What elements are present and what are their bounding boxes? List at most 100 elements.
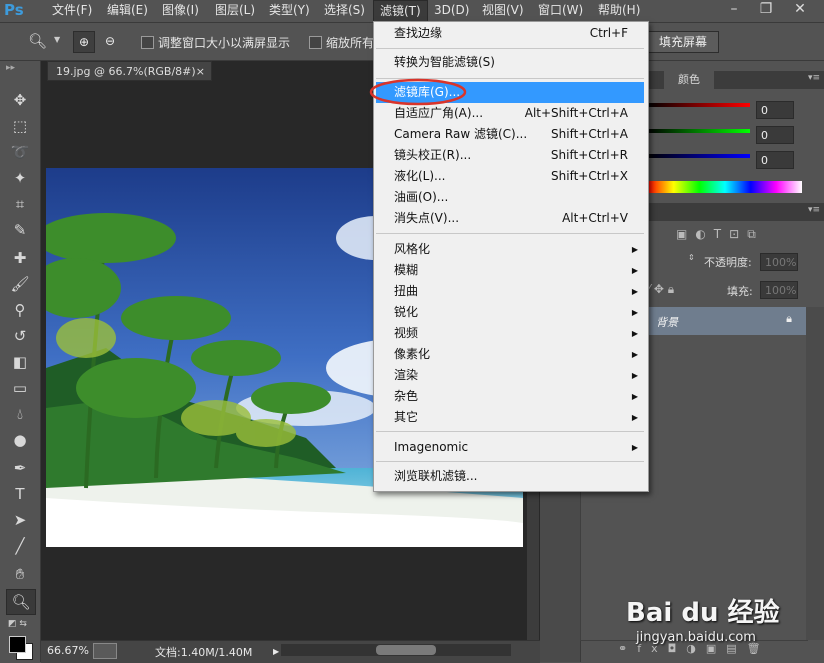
menu-item-imagenomic[interactable]: Imagenomic ▶ (394, 437, 644, 458)
blue-slider[interactable] (648, 154, 750, 158)
close-icon[interactable]: ✕ (786, 0, 814, 20)
zoom-out-icon[interactable]: ⊖ (100, 31, 120, 51)
menu-item-distort[interactable]: 扭曲 ▶ (394, 281, 644, 302)
blend-mode-chevron-icon[interactable]: ⇕ (688, 253, 695, 262)
green-slider[interactable] (648, 129, 750, 133)
eraser-tool-icon[interactable]: ◧ (6, 350, 34, 374)
panel-menu-icon[interactable]: ▾≡ (808, 73, 820, 83)
zoom-tool-icon[interactable]: 🔍︎ (28, 32, 47, 50)
menu-separator (376, 461, 644, 462)
menu-item-pixelate[interactable]: 像素化 ▶ (394, 344, 644, 365)
menu-item-vanishing-point[interactable]: 消失点(V)... Alt+Ctrl+V (394, 208, 644, 229)
menu-item-blur[interactable]: 模糊 ▶ (394, 260, 644, 281)
submenu-arrow-icon: ▶ (631, 308, 638, 317)
filter-dropdown-menu: 查找边缘 Ctrl+F 转换为智能滤镜(S) 滤镜库(G)... 自适应广角(A)… (369, 21, 649, 492)
photoshop-logo: Ps (4, 1, 24, 19)
submenu-arrow-icon: ▶ (631, 371, 638, 380)
blur-tool-icon[interactable]: 💧︎ (6, 402, 34, 426)
menu-item-render[interactable]: 渲染 ▶ (394, 365, 644, 386)
zoom-all-checkbox[interactable] (309, 36, 322, 49)
watermark-url: jingyan.baidu.com (636, 630, 756, 645)
hand-tool-icon[interactable]: ✋︎ (6, 562, 34, 586)
menu-item-lens-correction[interactable]: 镜头校正(R)... Shift+Ctrl+R (394, 145, 644, 166)
menu-view[interactable]: 视图(V) (476, 0, 530, 22)
tool-preset-chevron-icon[interactable]: ▼ (54, 35, 60, 44)
red-slider[interactable] (648, 103, 750, 107)
fill-screen-button[interactable]: 填充屏幕 (647, 31, 719, 53)
menu-help[interactable]: 帮助(H) (592, 0, 646, 22)
type-tool-icon[interactable]: T (6, 482, 34, 506)
submenu-arrow-icon: ▶ (631, 392, 638, 401)
menu-separator (376, 48, 644, 49)
line-tool-icon[interactable]: ╱ (6, 534, 34, 558)
menu-item-find-edges[interactable]: 查找边缘 Ctrl+F (394, 23, 644, 44)
menu-item-browse-online-filters[interactable]: 浏览联机滤镜... (394, 466, 644, 487)
menu-filter[interactable]: 滤镜(T) (373, 0, 428, 22)
fill-label: 填充: (727, 285, 753, 298)
fit-window-checkbox[interactable] (141, 36, 154, 49)
clone-stamp-icon[interactable]: ⚲ (6, 298, 34, 322)
menu-item-noise[interactable]: 杂色 ▶ (394, 386, 644, 407)
move-tool-icon[interactable]: ✥ (6, 88, 34, 112)
submenu-arrow-icon: ▶ (631, 350, 638, 359)
marquee-tool-icon[interactable]: ⬚ (6, 114, 34, 138)
menu-select[interactable]: 选择(S) (318, 0, 371, 22)
foreground-color-swatch[interactable] (9, 636, 26, 653)
horizontal-scroll-thumb[interactable] (376, 645, 436, 655)
menu-edit[interactable]: 编辑(E) (101, 0, 154, 22)
close-tab-icon[interactable]: × (196, 62, 205, 82)
gradient-tool-icon[interactable]: ▭ (6, 376, 34, 400)
crop-tool-icon[interactable]: ⌗ (6, 192, 34, 216)
history-brush-icon[interactable]: ↺ (6, 324, 34, 348)
collapse-arrows-icon[interactable]: ▸▸ (6, 63, 15, 73)
lock-icons[interactable]: ⁄ ✥ 🔒︎ (648, 282, 674, 297)
zoom-all-label: 缩放所有 (326, 36, 375, 50)
menu-item-convert-smart-filter[interactable]: 转换为智能滤镜(S) (394, 52, 644, 73)
menu-item-sharpen[interactable]: 锐化 ▶ (394, 302, 644, 323)
zoom-tool-selected-icon[interactable]: 🔍︎ (6, 589, 36, 615)
menu-item-camera-raw[interactable]: Camera Raw 滤镜(C)... Shift+Ctrl+A (394, 124, 644, 145)
pen-tool-icon[interactable]: ✒ (6, 456, 34, 480)
menu-image[interactable]: 图像(I) (156, 0, 205, 22)
red-value-input[interactable]: 0 (756, 101, 794, 119)
layers-scrollbar[interactable] (806, 307, 824, 640)
restore-icon[interactable]: ❐ (752, 0, 780, 20)
watermark-brand: Bai du 经验 (626, 598, 780, 628)
path-selection-icon[interactable]: ➤ (6, 508, 34, 532)
menu-item-stylize[interactable]: 风格化 ▶ (394, 239, 644, 260)
healing-brush-icon[interactable]: ✚ (6, 246, 34, 270)
submenu-arrow-icon: ▶ (631, 413, 638, 422)
eyedropper-icon[interactable]: ✎ (6, 218, 34, 242)
default-colors-icon[interactable]: ◩ ⇆ (8, 619, 27, 629)
fill-input[interactable]: 100% (760, 281, 798, 299)
layers-panel-menu-icon[interactable]: ▾≡ (808, 205, 820, 215)
menu-item-other[interactable]: 其它 ▶ (394, 407, 644, 428)
lasso-tool-icon[interactable]: ➰ (6, 140, 34, 164)
menu-layer[interactable]: 图层(L) (209, 0, 261, 22)
brush-tool-icon[interactable]: 🖌︎ (6, 272, 34, 296)
menu-type[interactable]: 类型(Y) (263, 0, 316, 22)
status-menu-arrow-icon[interactable]: ▶ (273, 647, 279, 656)
minimize-icon[interactable]: – (720, 0, 748, 20)
opacity-input[interactable]: 100% (760, 253, 798, 271)
magic-wand-icon[interactable]: ✦ (6, 166, 34, 190)
blue-value-input[interactable]: 0 (756, 151, 794, 169)
zoom-level[interactable]: 66.67% (47, 644, 89, 657)
color-spectrum-ramp[interactable] (648, 181, 802, 193)
layer-filter-icons[interactable]: ▣◐T⊡⧉ (676, 227, 764, 242)
menu-item-video[interactable]: 视频 ▶ (394, 323, 644, 344)
color-panel-tab[interactable]: 颜色 (664, 71, 714, 89)
menu-3d[interactable]: 3D(D) (428, 0, 475, 22)
dodge-tool-icon[interactable]: ● (6, 428, 34, 452)
zoom-in-icon[interactable]: ⊕ (73, 31, 95, 53)
green-value-input[interactable]: 0 (756, 126, 794, 144)
menu-item-liquify[interactable]: 液化(L)... Shift+Ctrl+X (394, 166, 644, 187)
menu-window[interactable]: 窗口(W) (532, 0, 589, 22)
menu-file[interactable]: 文件(F) (46, 0, 98, 22)
status-link-icon[interactable] (93, 643, 117, 659)
layer-name: 背景 (656, 316, 678, 329)
menu-separator (376, 233, 644, 234)
fit-window-label: 调整窗口大小以满屏显示 (158, 36, 291, 50)
document-tab[interactable]: 19.jpg @ 66.7%(RGB/8#) × (47, 61, 212, 81)
menu-item-oil-paint[interactable]: 油画(O)... (394, 187, 644, 208)
